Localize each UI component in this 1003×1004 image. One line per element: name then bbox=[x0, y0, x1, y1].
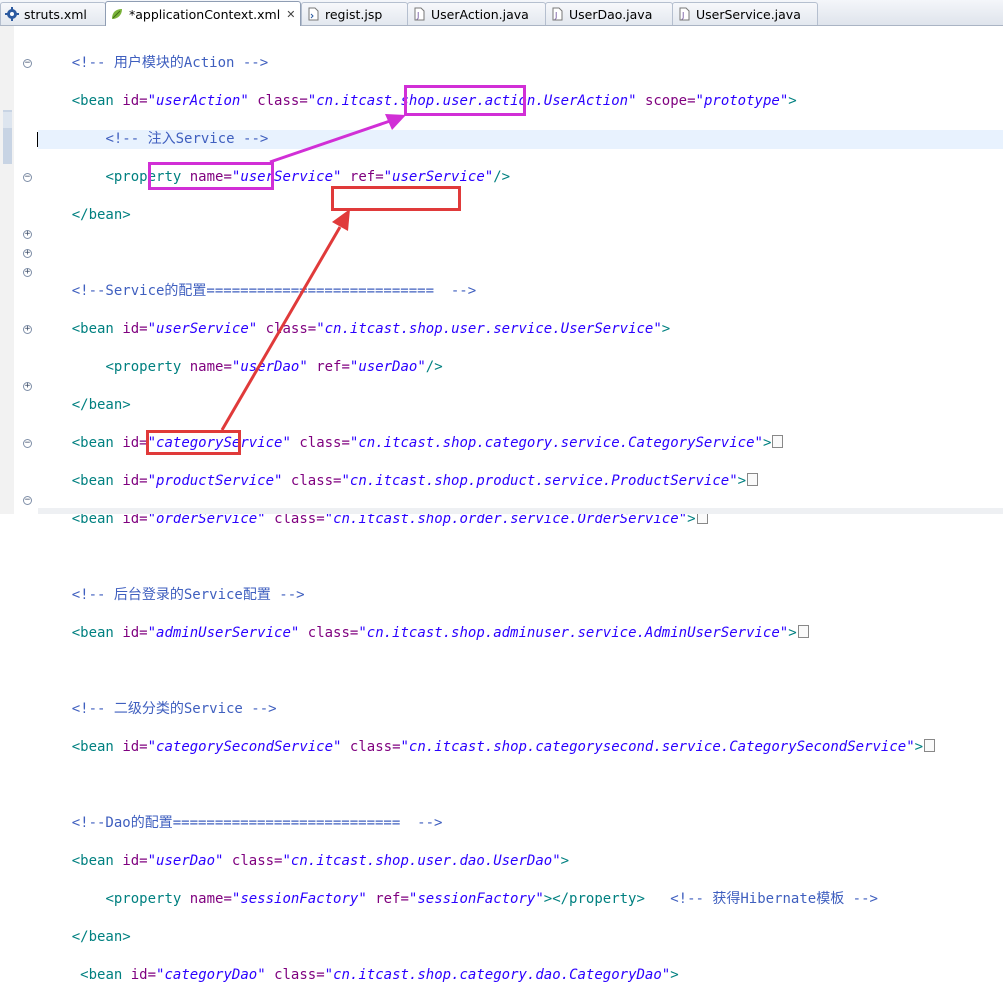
code-line: <!--Service的配置==========================… bbox=[38, 282, 935, 301]
bean-id: "userAction" bbox=[147, 93, 249, 109]
bean-id: "categorySecondService" bbox=[147, 739, 342, 755]
code-line: <!-- 二级分类的Service --> bbox=[38, 700, 935, 719]
tab-regist-jsp[interactable]: regist.jsp bbox=[301, 2, 408, 25]
java-file-icon: J bbox=[412, 7, 426, 21]
tab-useraction-java[interactable]: J UserAction.java bbox=[407, 2, 546, 25]
bean-class: "cn.itcast.shop.product.service.ProductS… bbox=[341, 473, 738, 489]
tab-userservice-java[interactable]: J UserService.java bbox=[672, 2, 818, 25]
fold-collapse-icon[interactable]: − bbox=[23, 173, 32, 182]
folded-content-marker[interactable] bbox=[797, 625, 809, 638]
tab-label: UserDao.java bbox=[569, 6, 653, 22]
svg-text:J: J bbox=[554, 11, 557, 20]
gear-xml-icon bbox=[5, 7, 19, 21]
code-line: <property name="sessionFactory" ref="ses… bbox=[105, 891, 878, 907]
property-name: "userDao" bbox=[231, 359, 308, 375]
bean-id: "productService" bbox=[147, 473, 283, 489]
property-ref: "userDao" bbox=[349, 359, 426, 375]
highlight-id-userdao bbox=[146, 430, 241, 455]
tab-applicationcontext-xml[interactable]: *applicationContext.xml ✕ bbox=[105, 1, 301, 26]
code-line: <bean id="adminUserService" class="cn.it… bbox=[38, 624, 935, 643]
bean-class: "cn.itcast.shop.adminuser.service.AdminU… bbox=[358, 625, 789, 641]
code-line: </bean> bbox=[71, 207, 131, 223]
bean-scope: "prototype" bbox=[695, 93, 789, 109]
code-line: <bean id="categoryDao" class="cn.itcast.… bbox=[80, 967, 679, 983]
folded-content-marker[interactable] bbox=[772, 435, 784, 448]
code-line: </bean> bbox=[71, 929, 131, 945]
tab-label: regist.jsp bbox=[325, 6, 383, 22]
property-ref: "sessionFactory" bbox=[408, 891, 544, 907]
code-line: <property name="userDao" ref="userDao"/> bbox=[105, 359, 443, 375]
code-line: <!-- 后台登录的Service配置 --> bbox=[38, 586, 935, 605]
code-line: <!-- 注入Service --> bbox=[38, 130, 935, 149]
java-file-icon: J bbox=[677, 7, 691, 21]
xml-comment: <!-- 用户模块的Action --> bbox=[71, 55, 269, 71]
code-line: <bean id="categorySecondService" class="… bbox=[38, 738, 936, 757]
horizontal-scrollbar[interactable] bbox=[38, 508, 1003, 514]
highlight-ref-userdao bbox=[331, 186, 461, 211]
highlight-ref-userservice bbox=[404, 85, 526, 116]
code-line: <bean id="productService" class="cn.itca… bbox=[38, 472, 935, 491]
jsp-file-icon bbox=[306, 7, 320, 21]
bean-class: "cn.itcast.shop.category.dao.CategoryDao… bbox=[324, 967, 671, 983]
change-marker bbox=[3, 112, 12, 128]
spring-leaf-icon bbox=[110, 7, 124, 21]
code-line: <!-- 用户模块的Action --> bbox=[38, 54, 935, 73]
tab-label: *applicationContext.xml bbox=[129, 6, 281, 22]
fold-collapse-icon[interactable]: − bbox=[23, 496, 32, 505]
xml-comment: <!--Service的配置==========================… bbox=[71, 283, 477, 299]
fold-expand-icon[interactable]: + bbox=[23, 230, 32, 239]
tab-label: struts.xml bbox=[24, 6, 87, 22]
svg-text:J: J bbox=[681, 11, 684, 20]
code-line: <!--Dao的配置=========================== --… bbox=[38, 814, 935, 833]
tab-label: UserService.java bbox=[696, 6, 801, 22]
overview-ruler bbox=[0, 26, 15, 514]
xml-comment: <!-- 后台登录的Service配置 --> bbox=[71, 587, 305, 603]
highlight-id-userservice bbox=[148, 162, 274, 190]
tab-label: UserAction.java bbox=[431, 6, 529, 22]
property-ref: "userService" bbox=[383, 169, 494, 185]
tab-struts-xml[interactable]: struts.xml bbox=[0, 2, 106, 25]
fold-expand-icon[interactable]: + bbox=[23, 382, 32, 391]
xml-comment: <!-- 获得Hibernate模板 --> bbox=[670, 891, 878, 907]
folded-content-marker[interactable] bbox=[924, 739, 936, 752]
bean-id: "categoryDao" bbox=[156, 967, 266, 983]
fold-collapse-icon[interactable]: − bbox=[23, 59, 32, 68]
bean-class: "cn.itcast.shop.category.service.Categor… bbox=[349, 435, 763, 451]
xml-comment: <!-- 二级分类的Service --> bbox=[71, 701, 277, 717]
bean-id: "adminUserService" bbox=[147, 625, 300, 641]
fold-expand-icon[interactable]: + bbox=[23, 325, 32, 334]
property-name: "sessionFactory" bbox=[231, 891, 367, 907]
java-file-icon: J bbox=[550, 7, 564, 21]
code-line: <bean id="userDao" class="cn.itcast.shop… bbox=[71, 853, 570, 869]
xml-comment: <!-- 注入Service --> bbox=[105, 131, 269, 147]
fold-expand-icon[interactable]: + bbox=[23, 249, 32, 258]
folded-content-marker[interactable] bbox=[747, 473, 759, 486]
editor-tab-bar: struts.xml *applicationContext.xml ✕ reg… bbox=[0, 0, 1003, 26]
bean-class: "cn.itcast.shop.categorysecond.service.C… bbox=[400, 739, 915, 755]
bean-id: "userService" bbox=[147, 321, 258, 337]
close-icon[interactable]: ✕ bbox=[286, 8, 295, 21]
bean-class: "cn.itcast.shop.user.service.UserService… bbox=[316, 321, 662, 337]
xml-comment: <!--Dao的配置=========================== --… bbox=[71, 815, 443, 831]
fold-expand-icon[interactable]: + bbox=[23, 268, 32, 277]
code-line: <bean id="userService" class="cn.itcast.… bbox=[71, 321, 671, 337]
bean-class: "cn.itcast.shop.user.dao.UserDao" bbox=[282, 853, 561, 869]
fold-collapse-icon[interactable]: − bbox=[23, 439, 32, 448]
code-line: </bean> bbox=[71, 397, 131, 413]
svg-text:J: J bbox=[416, 11, 419, 20]
bean-id: "userDao" bbox=[147, 853, 224, 869]
tab-userdao-java[interactable]: J UserDao.java bbox=[545, 2, 673, 25]
